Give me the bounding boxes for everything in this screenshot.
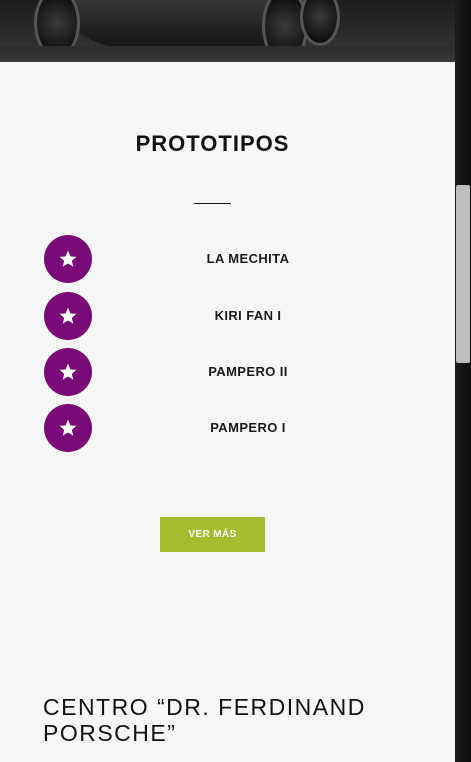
hero-vehicle-image: [0, 0, 455, 62]
road-surface: [0, 46, 455, 62]
prototype-item[interactable]: PAMPERO I: [44, 404, 424, 452]
section-title: PROTOTIPOS: [135, 131, 290, 156]
next-section-title-line1: CENTRO “DR. FERDINAND: [43, 694, 366, 720]
next-section-title: CENTRO “DR. FERDINAND PORSCHE”: [43, 694, 443, 746]
page: PROTOTIPOS LA MECHITA KIRI FAN I PAMPERO…: [0, 0, 471, 762]
prototype-label[interactable]: PAMPERO II: [104, 348, 392, 396]
star-icon: [44, 348, 92, 396]
ver-mas-button[interactable]: VER MÁS: [160, 517, 265, 552]
star-icon: [44, 292, 92, 340]
prototype-item[interactable]: KIRI FAN I: [44, 292, 424, 340]
prototype-label[interactable]: KIRI FAN I: [104, 292, 392, 340]
prototype-item[interactable]: LA MECHITA: [44, 235, 424, 283]
title-divider: [194, 203, 231, 204]
star-icon: [44, 404, 92, 452]
next-section-title-line2: PORSCHE”: [43, 720, 177, 746]
star-icon: [44, 235, 92, 283]
prototype-label[interactable]: PAMPERO I: [104, 404, 392, 452]
prototype-item[interactable]: PAMPERO II: [44, 348, 424, 396]
prototype-label[interactable]: LA MECHITA: [104, 235, 392, 283]
scrollbar-track[interactable]: [455, 0, 471, 762]
scrollbar-thumb[interactable]: [456, 185, 470, 363]
